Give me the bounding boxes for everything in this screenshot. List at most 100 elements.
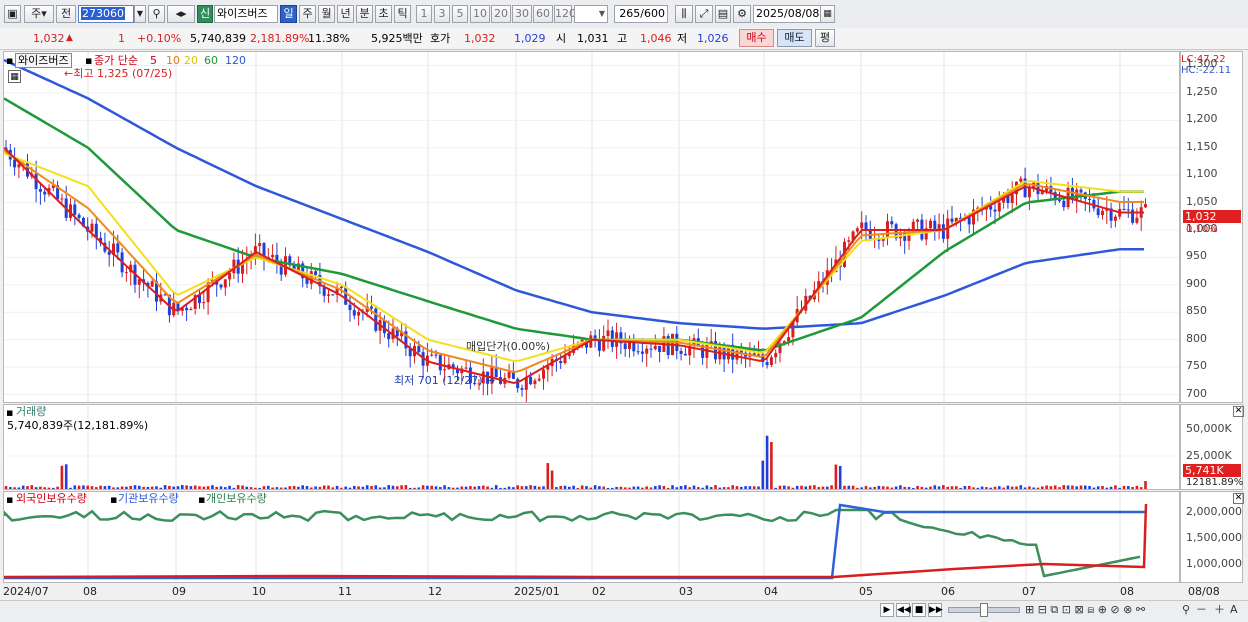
scroll-right-icon[interactable]: ▶ (880, 603, 894, 617)
prev-next-stock-icon[interactable]: ◂▸ (167, 5, 195, 23)
stop-icon[interactable]: ■ (912, 603, 926, 617)
volume-bar (675, 487, 679, 489)
volume-bar (26, 486, 29, 489)
sell-button[interactable]: 매도 (777, 29, 812, 47)
interval-custom-select[interactable]: ▼ (574, 5, 608, 23)
period-day-button[interactable]: 일 (280, 5, 297, 23)
bottom-tool-icons[interactable]: ⊞ ⊟ ⧉ ⊡ ⊠ ⧈ ⊕ ⊘ ⊗ ⚯ (1025, 603, 1145, 617)
volume-bar (236, 485, 240, 489)
zoom-out-icon[interactable]: － (1196, 603, 1207, 617)
date-axis-label: 10 (252, 585, 266, 598)
volume-bar (400, 485, 403, 489)
interval-60-button[interactable]: 60 (533, 5, 553, 23)
interval-20-button[interactable]: 20 (491, 5, 511, 23)
candle-body (185, 307, 189, 311)
candle-body (344, 286, 348, 305)
volume-bar (404, 485, 408, 489)
stock-code-input[interactable]: 273060 (78, 5, 134, 23)
buy-button[interactable]: 매수 (739, 29, 774, 47)
volume-bar (1006, 485, 1010, 489)
interval-120-button[interactable]: 120 (554, 5, 576, 23)
ma-legend-prefix[interactable]: 종가 단순 (94, 54, 138, 67)
market-type-label: 전 (60, 7, 72, 20)
ma60-legend: 60 (204, 54, 218, 67)
foreign-legend[interactable]: 외국인보유수량 (16, 492, 87, 505)
volume-bar (1105, 487, 1109, 489)
search-icon[interactable]: ⚲ (148, 5, 165, 23)
rewind-icon[interactable]: ◀◀ (896, 603, 911, 617)
interval-30-button[interactable]: 30 (512, 5, 532, 23)
volume-bar (1122, 485, 1126, 489)
period-second-button[interactable]: 초 (375, 5, 392, 23)
calendar-icon[interactable]: ▦ (820, 5, 835, 23)
volume-title[interactable]: 거래량 (16, 405, 46, 418)
volume-bar (434, 486, 438, 489)
volume-bar (1032, 487, 1035, 489)
volume-bar (116, 487, 120, 489)
institution-legend[interactable]: 기관보유수량 (118, 492, 179, 505)
eval-button[interactable]: 평 (815, 29, 835, 47)
volume-bar (288, 486, 292, 489)
volume-bar (628, 487, 631, 489)
volume-bar (585, 486, 588, 489)
price-tick-label: 1,250 (1186, 84, 1218, 98)
new-listing-badge: 신 (197, 5, 213, 23)
interval-10-button[interactable]: 10 (470, 5, 490, 23)
period-minute-button[interactable]: 분 (356, 5, 373, 23)
market-type-select[interactable]: 전 (56, 5, 76, 23)
zoom-slider-handle[interactable] (980, 603, 988, 617)
volume-bar (159, 487, 163, 489)
stock-type-select[interactable]: 주▾ (24, 5, 54, 23)
volume-bar (370, 486, 373, 489)
chart-type-icon[interactable]: ⫼ (675, 5, 693, 23)
stock-name-field[interactable]: 와이즈버즈 (214, 5, 278, 23)
volume-bar (593, 485, 597, 489)
volume-bar (1010, 486, 1014, 489)
volume-bar (318, 486, 322, 489)
interval-5-button[interactable]: 5 (452, 5, 468, 23)
count-field[interactable]: 265/600 (614, 5, 668, 23)
volume-bar (821, 486, 825, 489)
volume-bar (765, 435, 769, 489)
candle-body (533, 380, 537, 385)
volume-bar (353, 485, 356, 489)
code-dropdown-icon[interactable]: ▼ (134, 5, 146, 23)
low-price: 1,026 (697, 32, 729, 45)
table-icon[interactable]: ▦ (8, 70, 21, 83)
price-tick-label: 1,050 (1186, 194, 1218, 208)
volume-bar (482, 485, 485, 489)
price-chart-panel[interactable] (3, 51, 1180, 403)
close-icon[interactable]: ✕ (1233, 406, 1244, 417)
individual-legend[interactable]: 개인보유수량 (206, 492, 267, 505)
volume-bar (679, 486, 683, 489)
interval-3-button[interactable]: 3 (434, 5, 450, 23)
volume-bar (774, 487, 777, 489)
volume-panel[interactable] (3, 404, 1180, 490)
candle-body (348, 304, 352, 311)
candle-body (258, 243, 262, 247)
period-week-button[interactable]: 주 (299, 5, 316, 23)
period-tick-button[interactable]: 틱 (394, 5, 411, 23)
zoom-in-icon[interactable]: ＋ (1214, 603, 1225, 617)
draw-tool-icon[interactable]: ⤢ (695, 5, 713, 23)
volume-bar (800, 485, 803, 489)
fast-forward-icon[interactable]: ▶▶ (928, 603, 943, 617)
candle-body (890, 221, 894, 225)
period-month-button[interactable]: 월 (318, 5, 335, 23)
candle-body (352, 310, 356, 316)
candle-body (438, 355, 442, 371)
close-icon[interactable]: ✕ (1233, 493, 1244, 504)
holdings-panel[interactable] (3, 491, 1180, 583)
volume-bar (899, 485, 902, 489)
window-menu-icon[interactable]: ▣ (4, 5, 21, 23)
stock-name-tab[interactable]: 와이즈버즈 (15, 53, 72, 68)
settings-gear-icon[interactable]: ⚙ (733, 5, 751, 23)
save-icon[interactable]: ▤ (715, 5, 731, 23)
volume-bar (301, 485, 304, 489)
auto-fit-icon[interactable]: A (1230, 603, 1238, 617)
zoom-search-icon[interactable]: ⚲ (1182, 603, 1190, 617)
price-change-pct: +0.10% (137, 32, 182, 45)
interval-1-button[interactable]: 1 (416, 5, 432, 23)
volume-bar (150, 486, 154, 489)
period-year-button[interactable]: 년 (337, 5, 354, 23)
